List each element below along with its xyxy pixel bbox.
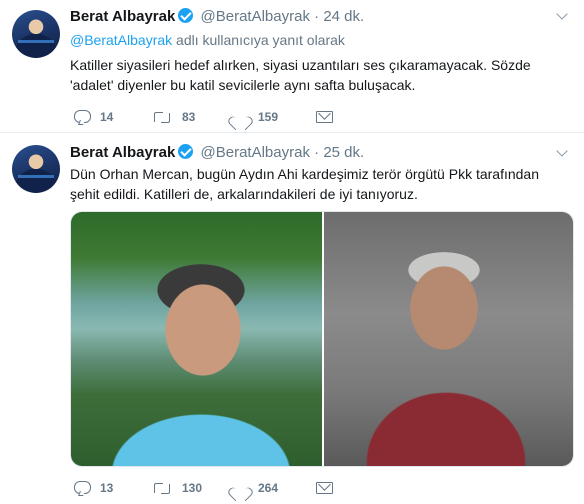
tweet-header: Berat Albayrak @BeratAlbayrak · 25 dk. [70, 143, 364, 163]
chevron-down-icon[interactable] [556, 10, 568, 22]
tweet-text: Katiller siyasileri hedef alırken, siyas… [70, 57, 531, 93]
avatar[interactable] [12, 145, 60, 193]
retweet-count: 83 [182, 109, 196, 124]
timestamp[interactable]: 24 dk. [323, 8, 364, 25]
tweet-text: Dün Orhan Mercan, bugün Aydın Ahi kardeş… [70, 166, 539, 202]
like-button[interactable]: 159 [232, 106, 278, 126]
author-handle[interactable]: @BeratAlbayrak [201, 144, 310, 161]
tweet-1[interactable]: Berat Albayrak @BeratAlbayrak · 24 dk. @… [0, 0, 584, 133]
verified-badge-icon [178, 144, 194, 159]
heart-icon [232, 110, 248, 124]
separator: · [314, 144, 320, 161]
reply-count: 14 [100, 109, 114, 124]
author-handle[interactable]: @BeratAlbayrak [201, 8, 310, 25]
dm-button[interactable] [316, 477, 343, 497]
photo-right[interactable] [324, 212, 573, 466]
author-name[interactable]: Berat Albayrak [70, 144, 175, 161]
retweet-icon [152, 110, 172, 124]
dm-button[interactable] [316, 106, 343, 126]
photo-left[interactable] [71, 212, 322, 466]
like-count: 159 [258, 109, 279, 124]
timestamp[interactable]: 25 dk. [323, 144, 364, 161]
media-gallery[interactable] [70, 211, 574, 467]
like-button[interactable]: 264 [232, 477, 278, 497]
reply-mention[interactable]: @BeratAlbayrak [70, 32, 172, 48]
reply-button[interactable]: 13 [74, 477, 113, 497]
envelope-icon [316, 110, 333, 123]
envelope-icon [316, 481, 333, 494]
tweet-2[interactable]: Berat Albayrak @BeratAlbayrak · 25 dk. D… [0, 133, 584, 504]
avatar[interactable] [12, 10, 60, 58]
reply-icon [74, 480, 91, 495]
reply-context-label: adlı kullanıcıya yanıt olarak [172, 32, 345, 48]
verified-badge-icon [178, 8, 194, 23]
reply-context: @BeratAlbayrak adlı kullanıcıya yanıt ol… [70, 32, 345, 48]
reply-button[interactable]: 14 [74, 106, 113, 126]
retweet-button[interactable]: 83 [152, 106, 195, 126]
retweet-button[interactable]: 130 [152, 477, 202, 497]
heart-icon [232, 481, 248, 495]
tweet-header: Berat Albayrak @BeratAlbayrak · 24 dk. [70, 7, 364, 27]
retweet-icon [152, 481, 172, 495]
chevron-down-icon[interactable] [556, 147, 568, 159]
reply-icon [74, 109, 91, 124]
retweet-count: 130 [182, 480, 203, 495]
like-count: 264 [258, 480, 279, 495]
author-name[interactable]: Berat Albayrak [70, 8, 175, 25]
reply-count: 13 [100, 480, 114, 495]
separator: · [314, 8, 320, 25]
